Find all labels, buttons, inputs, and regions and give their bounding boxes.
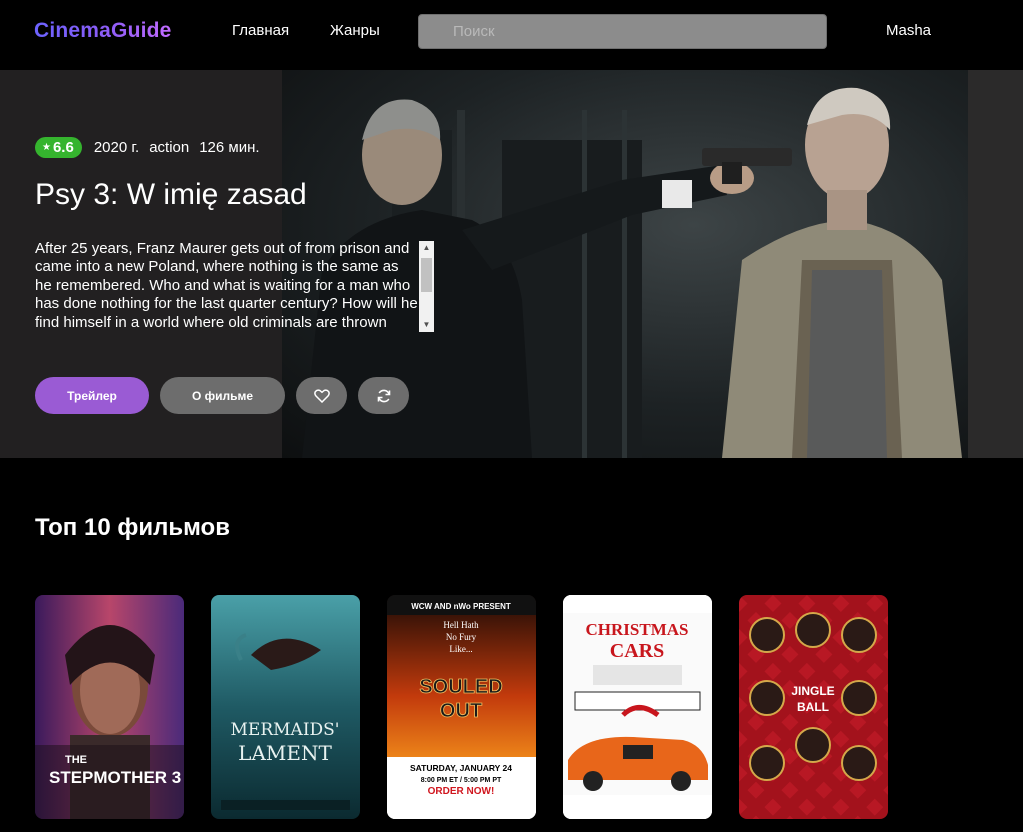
poster-title-line1: JINGLE	[791, 684, 834, 698]
star-icon: ★	[42, 142, 51, 153]
poster-title-line2: LAMENT	[238, 741, 332, 765]
poster-header: WCW AND nWo PRESENT	[411, 602, 511, 611]
movie-description-box[interactable]: After 25 years, Franz Maurer gets out of…	[35, 240, 435, 332]
movie-year: 2020 г.	[93, 139, 140, 156]
about-movie-button[interactable]: О фильме	[160, 377, 285, 414]
header: CinemaGuide Главная Жанры Masha	[0, 0, 1023, 70]
movie-description: After 25 years, Franz Maurer gets out of…	[35, 240, 418, 331]
poster-title-line1: MERMAIDS'	[231, 720, 340, 740]
poster-tagline-2: No Fury	[446, 632, 477, 642]
favorite-button[interactable]	[296, 377, 347, 414]
movie-meta: ★ 6.6 2020 г. action 126 мин.	[35, 137, 260, 158]
poster-date: SATURDAY, JANUARY 24	[410, 763, 512, 773]
poster-title-line1: THE	[65, 754, 87, 766]
scroll-thumb[interactable]	[421, 258, 432, 292]
poster-title-line1: SOULED	[419, 676, 502, 698]
movie-genre: action	[149, 139, 190, 156]
movie-poster-souled-out[interactable]: WCW AND nWo PRESENT Hell Hath No Fury Li…	[387, 595, 536, 819]
movie-poster-mermaids-lament[interactable]: MERMAIDS' LAMENT	[211, 595, 360, 819]
logo[interactable]: CinemaGuide	[34, 19, 172, 43]
description-scrollbar[interactable]: ▲ ▼	[419, 241, 434, 332]
search-box[interactable]	[418, 14, 827, 49]
nav-home-link[interactable]: Главная	[232, 22, 289, 39]
heart-icon	[313, 388, 330, 403]
scroll-up-arrow-icon[interactable]: ▲	[419, 241, 434, 255]
hero-side-strip	[968, 70, 1023, 458]
movie-poster-jingle-ball[interactable]: JINGLE BALL	[739, 595, 888, 819]
refresh-button[interactable]	[358, 377, 409, 414]
rating-value: 6.6	[52, 139, 74, 156]
refresh-icon	[377, 389, 390, 402]
poster-title-line2: STEPMOTHER 3	[49, 768, 181, 787]
trailer-button[interactable]: Трейлер	[35, 377, 149, 414]
poster-tagline-3: Like...	[449, 644, 472, 654]
poster-tagline-1: Hell Hath	[443, 620, 479, 630]
poster-cta: ORDER NOW!	[428, 786, 495, 797]
poster-title-line2: CARS	[610, 640, 664, 662]
poster-time: 8:00 PM ET / 5:00 PM PT	[421, 777, 502, 784]
search-input[interactable]	[419, 15, 826, 48]
poster-title-line1: CHRISTMAS	[586, 620, 689, 639]
movie-poster-christmas-cars[interactable]: CHRISTMAS CARS	[563, 595, 712, 819]
top10-title: Топ 10 фильмов	[35, 514, 230, 541]
nav-genres-link[interactable]: Жанры	[330, 22, 380, 39]
poster-title-line2: BALL	[797, 700, 829, 714]
movie-title: Psy 3: W imię zasad	[35, 178, 307, 211]
user-menu[interactable]: Masha	[886, 22, 931, 39]
rating-badge: ★ 6.6	[35, 137, 82, 158]
movie-duration: 126 мин.	[199, 139, 260, 156]
poster-title-line2: OUT	[440, 700, 482, 722]
movie-poster-stepmother-3[interactable]: THE STEPMOTHER 3	[35, 595, 184, 819]
scroll-down-arrow-icon[interactable]: ▼	[419, 318, 434, 332]
